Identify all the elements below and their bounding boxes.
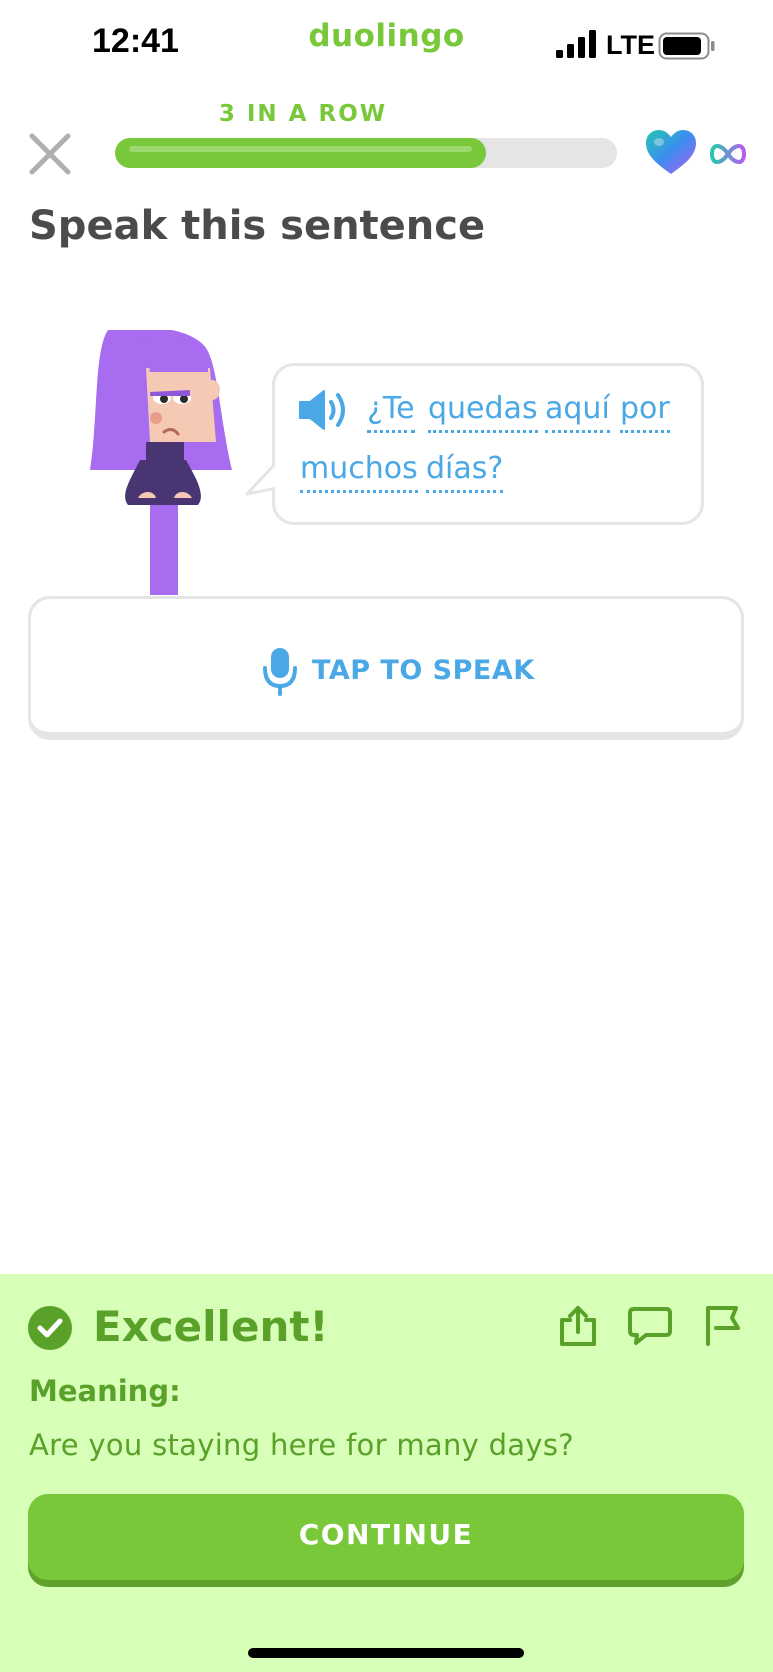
progress-bar	[115, 138, 617, 168]
sentence-word[interactable]: días?	[426, 452, 504, 493]
heart-icon[interactable]	[644, 128, 698, 176]
home-indicator[interactable]	[248, 1648, 524, 1658]
sentence-word[interactable]: muchos	[300, 452, 418, 493]
microphone-icon	[263, 648, 297, 696]
sentence-word[interactable]: por	[620, 392, 670, 433]
speaker-icon[interactable]	[298, 388, 350, 432]
progress-fill	[115, 138, 487, 168]
meaning-text: Are you staying here for many days?	[29, 1428, 574, 1462]
share-icon[interactable]	[558, 1304, 598, 1348]
feedback-heading: Excellent!	[93, 1302, 329, 1351]
streak-label: 3 IN A ROW	[218, 101, 388, 127]
sentence-word[interactable]: ¿Te	[367, 392, 415, 433]
comment-icon[interactable]	[628, 1306, 672, 1346]
challenge-title: Speak this sentence	[29, 203, 486, 249]
signal-icon	[556, 30, 596, 58]
check-circle-icon	[28, 1306, 72, 1350]
flag-icon[interactable]	[702, 1304, 742, 1346]
continue-button[interactable]: CONTINUE	[28, 1494, 744, 1580]
character-illustration	[90, 330, 232, 595]
sentence-word[interactable]: quedas	[428, 392, 538, 433]
meaning-label: Meaning:	[29, 1374, 181, 1408]
infinity-icon	[710, 143, 746, 165]
continue-label: CONTINUE	[298, 1518, 474, 1551]
speech-bubble-tail	[245, 462, 279, 498]
battery-icon	[658, 32, 715, 60]
close-icon[interactable]	[26, 130, 74, 178]
tap-to-speak-label: TAP TO SPEAK	[312, 655, 535, 686]
network-label: LTE	[606, 30, 655, 60]
sentence-word[interactable]: aquí	[545, 392, 610, 433]
